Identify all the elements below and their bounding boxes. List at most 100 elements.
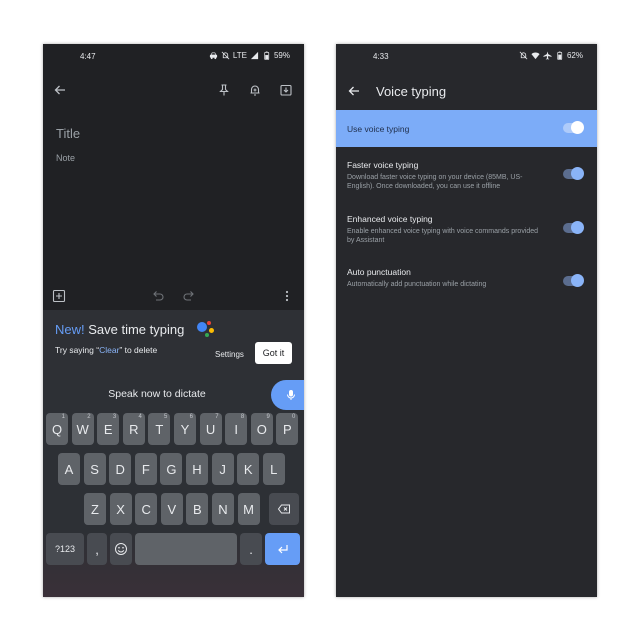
undo-icon	[153, 291, 164, 301]
signal-icon	[250, 51, 259, 60]
key-g[interactable]: G	[160, 453, 183, 485]
key-label: R	[129, 421, 139, 437]
battery-icon	[264, 51, 270, 60]
promo-title: New! Save time typing	[55, 322, 184, 337]
key-v[interactable]: V	[160, 493, 183, 525]
voice-typing-settings-screen: 4:33 62% Voice typing Use voice typing F…	[336, 44, 597, 597]
key-c[interactable]: C	[135, 493, 158, 525]
key-t[interactable]: T5	[148, 413, 171, 445]
symbols-key[interactable]: ?123	[46, 533, 84, 565]
dictation-bar: Speak now to dictate	[43, 380, 304, 410]
mic-button[interactable]	[271, 380, 304, 410]
key-hint: 7	[215, 414, 219, 420]
key-i[interactable]: I8	[225, 413, 248, 445]
key-o[interactable]: O9	[250, 413, 273, 445]
setting-toggle[interactable]	[563, 221, 584, 234]
promo-settings-button[interactable]: Settings	[215, 350, 244, 359]
key-k[interactable]: K	[237, 453, 260, 485]
pin-button[interactable]	[217, 83, 231, 97]
got-it-button[interactable]: Got it	[255, 342, 292, 364]
bell-plus-icon	[250, 85, 260, 96]
key-label: Z	[91, 501, 99, 517]
key-hint: 6	[189, 414, 193, 420]
hint-suffix: ” to delete	[119, 345, 158, 355]
network-type: LTE	[232, 51, 247, 60]
speak-now-label: Speak now to dictate	[108, 388, 206, 400]
key-hint: 1	[61, 414, 65, 420]
key-label: P	[283, 421, 292, 437]
key-label: B	[193, 501, 202, 517]
setting-subtitle: Download faster voice typing on your dev…	[347, 174, 523, 191]
key-j[interactable]: J	[211, 453, 234, 485]
arrow-left-icon	[348, 86, 359, 96]
key-hint: 0	[292, 414, 296, 420]
note-title-input[interactable]: Title	[56, 126, 80, 141]
backspace-key[interactable]	[269, 493, 299, 525]
period-key[interactable]: .	[240, 533, 262, 565]
undo-button[interactable]	[151, 289, 165, 303]
setting-toggle[interactable]	[563, 167, 584, 180]
key-label: J	[219, 461, 226, 477]
archive-button[interactable]	[279, 83, 293, 97]
mic-icon	[287, 390, 295, 400]
hint-prefix: Try saying “	[55, 345, 100, 355]
key-f[interactable]: F	[134, 453, 157, 485]
arrow-left-icon	[54, 85, 65, 95]
space-key[interactable]	[135, 533, 237, 565]
emoji-key[interactable]	[110, 533, 132, 565]
key-label: U	[205, 421, 216, 437]
keyboard: Speak now to dictate ?123 , . Q1W2E3R4T5…	[43, 380, 304, 597]
key-q[interactable]: Q1	[46, 413, 68, 445]
key-a[interactable]: A	[58, 453, 80, 485]
key-m[interactable]: M	[237, 493, 260, 525]
plus-box-icon	[52, 289, 66, 303]
assistant-dots-icon	[195, 320, 217, 340]
use-voice-typing-row[interactable]: Use voice typing	[336, 110, 597, 147]
key-label: G	[166, 461, 177, 477]
use-voice-typing-toggle[interactable]	[563, 121, 584, 134]
key-z[interactable]: Z	[84, 493, 106, 525]
setting-toggle[interactable]	[563, 274, 584, 287]
setting-row[interactable]: Faster voice typing Download faster voice…	[347, 160, 547, 192]
key-r[interactable]: R4	[122, 413, 145, 445]
car-icon	[209, 52, 218, 60]
back-button[interactable]	[347, 84, 361, 98]
key-s[interactable]: S	[83, 453, 106, 485]
wifi-icon	[531, 52, 540, 60]
more-options-button[interactable]	[280, 289, 294, 303]
setting-row[interactable]: Enhanced voice typing Enable enhanced voi…	[347, 214, 547, 246]
setting-row[interactable]: Auto punctuation Automatically add punctu…	[347, 267, 547, 289]
backspace-icon	[277, 504, 290, 514]
keep-note-screen: 4:47 LTE 59% Title Note New! Save time t…	[43, 44, 304, 597]
note-body-input[interactable]: Note	[56, 153, 75, 163]
bell-off-icon	[519, 51, 528, 60]
add-content-button[interactable]	[52, 289, 66, 303]
battery-level: 59%	[273, 51, 290, 60]
promo-title-text: Save time typing	[84, 322, 185, 337]
key-h[interactable]: H	[186, 453, 208, 485]
key-p[interactable]: P0	[276, 413, 299, 445]
key-hint: 9	[266, 414, 270, 420]
airplane-icon	[543, 51, 552, 60]
key-b[interactable]: B	[186, 493, 209, 525]
key-d[interactable]: D	[109, 453, 132, 485]
page-title: Voice typing	[376, 84, 447, 99]
key-l[interactable]: L	[262, 453, 285, 485]
comma-key[interactable]: ,	[87, 533, 107, 565]
redo-button[interactable]	[182, 289, 196, 303]
reminder-button[interactable]	[248, 83, 262, 97]
key-u[interactable]: U7	[199, 413, 222, 445]
key-y[interactable]: Y6	[174, 413, 196, 445]
redo-icon	[183, 291, 194, 301]
key-w[interactable]: W2	[71, 413, 94, 445]
key-n[interactable]: N	[212, 493, 234, 525]
status-bar: 4:33 62%	[336, 44, 597, 70]
key-label: H	[192, 461, 202, 477]
enter-key[interactable]	[265, 533, 300, 565]
back-button[interactable]	[53, 83, 67, 97]
emoji-icon	[115, 543, 127, 555]
key-label: W	[76, 421, 89, 437]
key-e[interactable]: E3	[97, 413, 120, 445]
key-x[interactable]: X	[109, 493, 132, 525]
settings-header: Voice typing	[336, 70, 597, 114]
